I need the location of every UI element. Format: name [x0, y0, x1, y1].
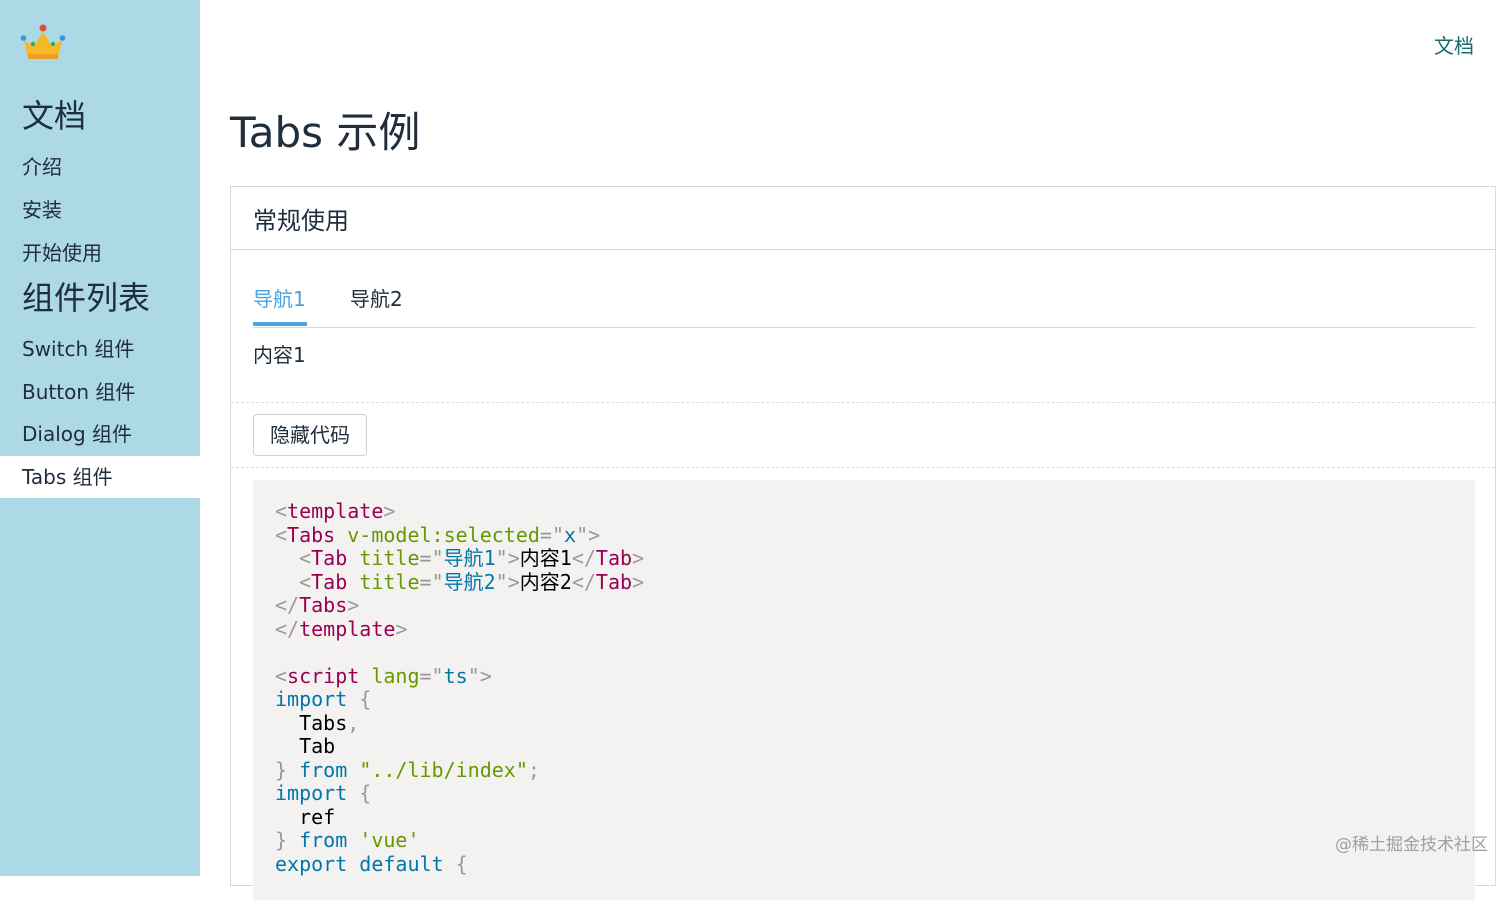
tab-nav-2[interactable]: 导航2	[350, 283, 403, 315]
sidebar-item-switch[interactable]: Switch 组件	[0, 328, 200, 370]
tab-nav-1[interactable]: 导航1	[253, 283, 306, 315]
demo-title: 常规使用	[253, 207, 349, 235]
sidebar-item-intro[interactable]: 介绍	[0, 146, 200, 188]
crown-icon[interactable]	[20, 22, 66, 62]
watermark: @稀土掘金技术社区	[1335, 835, 1488, 855]
sidebar-item-button[interactable]: Button 组件	[0, 371, 200, 413]
tabs-nav: 导航1 导航2	[253, 283, 1475, 328]
sidebar: 文档 介绍 安装 开始使用 组件列表 Switch 组件 Button 组件 D…	[0, 0, 200, 876]
sidebar-section-components: 组件列表	[22, 279, 151, 317]
sidebar-item-install[interactable]: 安装	[0, 189, 200, 231]
sidebar-section-docs: 文档	[22, 97, 87, 135]
sidebar-item-get-started[interactable]: 开始使用	[0, 232, 200, 274]
topnav-docs-link[interactable]: 文档	[1434, 30, 1474, 59]
demo-header: 常规使用	[231, 187, 1495, 250]
tab-content: 内容1	[253, 343, 306, 367]
hide-code-button[interactable]: 隐藏代码	[253, 414, 367, 456]
code-block: <template> <Tabs v-model:selected="x"> <…	[253, 480, 1475, 900]
divider	[231, 402, 1495, 403]
sidebar-item-dialog[interactable]: Dialog 组件	[0, 413, 200, 455]
divider	[231, 467, 1495, 468]
demo-card: 常规使用 导航1 导航2 内容1 隐藏代码 <template> <Tabs v…	[230, 186, 1496, 900]
tab-indicator	[253, 322, 307, 326]
sidebar-item-tabs[interactable]: Tabs 组件	[0, 456, 200, 498]
page-title: Tabs 示例	[230, 108, 421, 157]
